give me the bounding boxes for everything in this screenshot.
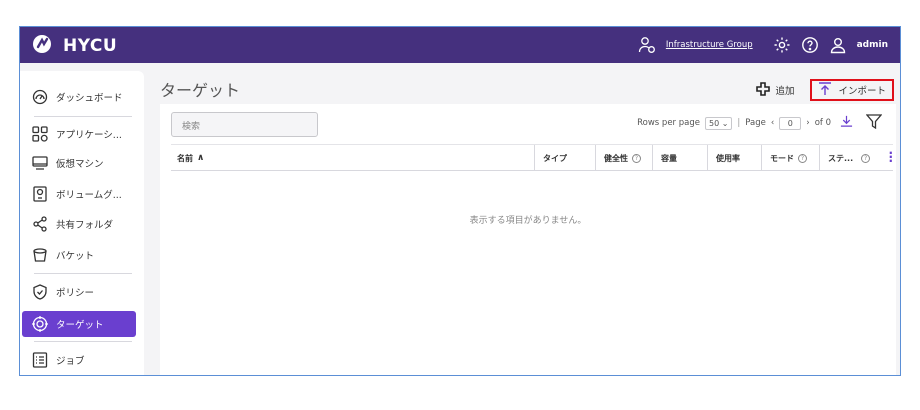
column-capacity[interactable]: 容量: [652, 145, 677, 171]
share-icon: [32, 216, 48, 232]
main-content: ターゲット 追加 インポート 検索 Rows per page 50 ⌄ | P…: [160, 77, 900, 375]
help-circle-icon[interactable]: ?: [632, 153, 641, 163]
group-link[interactable]: Infrastructure Group: [666, 40, 753, 50]
column-label: 健全性: [604, 153, 628, 163]
sidebar-item-buckets[interactable]: バケット: [22, 242, 136, 268]
target-icon: [32, 316, 48, 332]
column-mode[interactable]: モード ?: [761, 145, 807, 171]
page-total: of 0: [814, 118, 831, 128]
column-type[interactable]: タイプ: [534, 145, 567, 171]
column-label: 容量: [661, 153, 677, 163]
bucket-icon: [32, 247, 48, 263]
empty-state-message: 表示する項目がありません。: [469, 216, 587, 226]
column-menu-icon[interactable]: · · ·: [888, 147, 893, 167]
pagination: Rows per page 50 ⌄ | Page ‹ 0 › of 0: [637, 114, 883, 132]
shield-icon: [32, 284, 48, 300]
sidebar-item-label: ターゲット: [56, 320, 104, 331]
sidebar-item-targets[interactable]: ターゲット: [22, 311, 136, 337]
import-label: インポート: [838, 86, 886, 97]
monitor-icon: [32, 155, 48, 171]
page-label: Page: [745, 118, 766, 128]
sidebar-item-label: 仮想マシン: [56, 159, 104, 170]
nav-divider: [34, 273, 132, 274]
sidebar-item-label: ダッシュボード: [56, 93, 123, 104]
sidebar-item-label: ポリシー: [56, 288, 95, 299]
table-header: 名前 ∧ タイプ 健全性 ? 容量 使用率 モード ? ステ... ? · · …: [171, 144, 893, 171]
app-window: HYCU Infrastructure Group admin ダッシュボード …: [19, 26, 901, 376]
import-button[interactable]: インポート: [810, 79, 894, 101]
page-actions: 追加 インポート: [756, 79, 894, 101]
column-label: ステ...: [828, 153, 854, 163]
help-circle-icon[interactable]: ?: [861, 153, 871, 163]
page-number-input[interactable]: 0: [779, 116, 802, 130]
column-status[interactable]: ステ... ?: [819, 145, 871, 171]
column-label: 使用率: [716, 153, 740, 163]
sort-asc-icon: ∧: [197, 153, 205, 163]
user-name[interactable]: admin: [857, 40, 888, 50]
nav-divider: [34, 116, 132, 117]
add-label: 追加: [775, 86, 795, 97]
applications-grid-icon: [32, 126, 48, 142]
sidebar-item-label: ボリュームグ...: [56, 190, 122, 201]
brand-logo[interactable]: HYCU: [32, 34, 117, 58]
download-icon[interactable]: [840, 115, 853, 131]
help-icon[interactable]: [801, 36, 819, 54]
sidebar-item-jobs[interactable]: ジョブ: [22, 347, 136, 373]
sidebar-item-shared-folders[interactable]: 共有フォルダ: [22, 211, 136, 237]
add-button[interactable]: 追加: [756, 81, 795, 99]
gear-icon[interactable]: [773, 36, 791, 54]
rows-per-page-label: Rows per page: [637, 118, 700, 128]
column-usage[interactable]: 使用率: [707, 145, 740, 171]
nav-divider: [34, 341, 132, 342]
brand-name: HYCU: [63, 36, 118, 56]
targets-panel: 検索 Rows per page 50 ⌄ | Page ‹ 0 › of 0: [160, 104, 896, 375]
column-health[interactable]: 健全性 ?: [595, 145, 641, 171]
sidebar-item-applications[interactable]: アプリケーシ...: [22, 121, 136, 147]
sidebar-item-label: アプリケーシ...: [56, 130, 122, 141]
rows-per-page-select[interactable]: 50 ⌄: [704, 116, 733, 130]
sidebar-item-label: ジョブ: [56, 356, 85, 367]
prev-page-icon[interactable]: ‹: [771, 118, 774, 128]
sidebar-item-dashboard[interactable]: ダッシュボード: [22, 84, 136, 110]
sidebar-item-virtual-machines[interactable]: 仮想マシン: [22, 150, 136, 176]
filter-icon[interactable]: [865, 114, 883, 132]
hycu-logo-icon: [32, 34, 58, 58]
sidebar: ダッシュボード アプリケーシ... 仮想マシン ボリュームグ... 共有フォルダ…: [20, 71, 144, 375]
sidebar-item-label: 共有フォルダ: [56, 220, 114, 231]
pager-divider: |: [737, 118, 741, 128]
plus-icon: [756, 81, 771, 99]
sidebar-item-label: バケット: [56, 251, 95, 262]
column-name[interactable]: 名前 ∧: [177, 145, 204, 171]
jobs-list-icon: [32, 352, 48, 368]
dashboard-gauge-icon: [32, 89, 48, 105]
volume-group-icon: [32, 186, 48, 202]
chevron-down-icon: ⌄: [721, 118, 729, 128]
search-input[interactable]: 検索: [171, 112, 318, 137]
top-bar: HYCU Infrastructure Group admin: [20, 27, 900, 63]
next-page-icon[interactable]: ›: [806, 118, 809, 128]
column-label: タイプ: [543, 153, 567, 163]
user-icon[interactable]: [829, 36, 847, 54]
column-label: 名前: [177, 153, 193, 163]
upload-icon: [818, 81, 832, 99]
rows-per-page-value: 50: [708, 118, 720, 128]
column-label: モード: [770, 153, 794, 163]
group-user-icon[interactable]: [638, 36, 656, 54]
help-circle-icon[interactable]: ?: [798, 153, 807, 163]
sidebar-item-volume-groups[interactable]: ボリュームグ...: [22, 181, 136, 207]
sidebar-item-policies[interactable]: ポリシー: [22, 279, 136, 305]
page-title: ターゲット: [160, 81, 241, 100]
